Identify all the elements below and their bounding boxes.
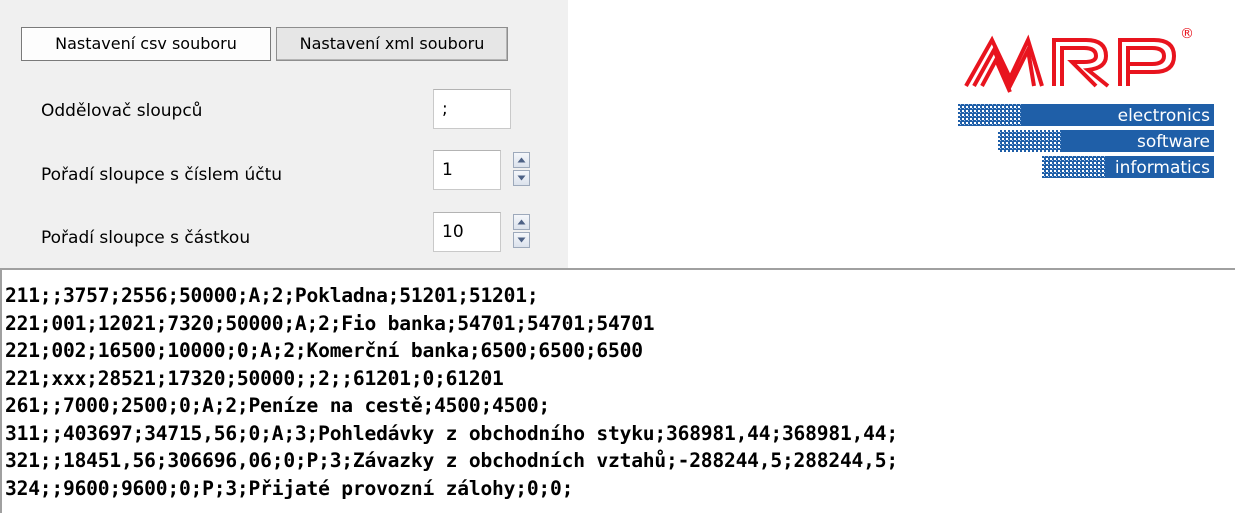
- spin-down-button[interactable]: [513, 232, 530, 248]
- account-column-input[interactable]: 1: [433, 150, 501, 190]
- csv-line: 321;;18451,56;306696,06;0;P;3;Závazky z …: [5, 449, 898, 472]
- logo-line-software: software: [1137, 132, 1210, 152]
- csv-line: 261;;7000;2500;0;A;2;Peníze na cestě;450…: [5, 394, 551, 417]
- csv-line: 211;;3757;2556;50000;A;2;Pokladna;51201;…: [5, 284, 539, 307]
- csv-line: 221;001;12021;7320;50000;A;2;Fio banka;5…: [5, 311, 655, 335]
- csv-preview-lines: 211;;3757;2556;50000;A;2;Pokladna;51201;…: [5, 282, 898, 502]
- amount-column-spinner: [513, 214, 530, 248]
- csv-line: 324;;9600;9600;0;P;3;Přijaté provozní zá…: [5, 476, 574, 500]
- arrow-up-icon: [517, 219, 526, 225]
- amount-column-label: Pořadí sloupce s částkou: [41, 228, 251, 248]
- registered-mark: ®: [1180, 26, 1194, 42]
- tab-xml-settings[interactable]: Nastavení xml souboru: [276, 27, 508, 61]
- csv-settings-panel: Nastavení csv souboru Nastavení xml soub…: [0, 0, 568, 268]
- tab-csv-settings[interactable]: Nastavení csv souboru: [21, 27, 271, 61]
- arrow-down-icon: [517, 175, 526, 181]
- logo-line-informatics: informatics: [1115, 158, 1210, 178]
- csv-line: 311;;403697;34715,56;0;A;3;Pohledávky z …: [5, 421, 898, 445]
- csv-line: 221;002;16500;10000;0;A;2;Komerční banka…: [5, 339, 643, 362]
- separator-label: Oddělovač sloupců: [41, 101, 203, 121]
- spin-up-button[interactable]: [513, 214, 530, 230]
- logo-line-electronics: electronics: [1118, 106, 1211, 126]
- csv-preview[interactable]: 211;;3757;2556;50000;A;2;Pokladna;51201;…: [0, 268, 1235, 513]
- account-column-label: Pořadí sloupce s číslem účtu: [41, 165, 283, 185]
- csv-line: 221;xxx;28521;17320;50000;;2;;61201;0;61…: [5, 366, 504, 390]
- amount-column-input[interactable]: 10: [433, 212, 501, 252]
- separator-input[interactable]: ;: [433, 89, 511, 129]
- arrow-up-icon: [517, 157, 526, 163]
- mrp-logo: ® electronics software informatics: [958, 26, 1214, 178]
- spin-down-button[interactable]: [513, 170, 530, 186]
- arrow-down-icon: [517, 237, 526, 243]
- spin-up-button[interactable]: [513, 152, 530, 168]
- account-column-spinner: [513, 152, 530, 186]
